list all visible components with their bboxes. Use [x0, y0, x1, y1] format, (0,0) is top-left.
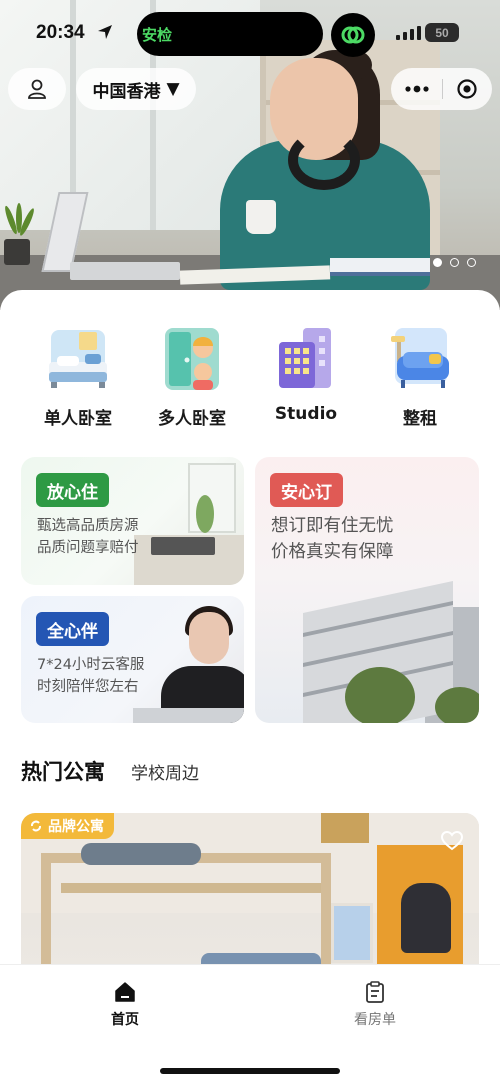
user-icon	[28, 79, 46, 99]
status-bar: 20:34 安检 50	[0, 0, 500, 60]
tab-near-school[interactable]: 学校周边	[131, 759, 199, 786]
feature-description: 想订即有住无忧 价格真实有保障	[271, 513, 394, 565]
carousel-dot[interactable]	[467, 258, 476, 267]
feature-tag: 放心住	[36, 473, 109, 507]
viewing-list-icon	[366, 981, 384, 1003]
caret-down-icon: ▼	[166, 79, 180, 99]
agent-illustration-desk	[133, 708, 244, 723]
category-studio[interactable]: Studio	[249, 326, 363, 429]
close-target-icon[interactable]	[456, 78, 478, 100]
tree-illustration	[435, 687, 479, 723]
listing-photo-shelf	[321, 813, 369, 843]
feature-line: 时刻陪伴您左右	[37, 679, 139, 695]
room-table-illustration	[151, 537, 215, 555]
feature-card-peace-live[interactable]: 放心住 甄选高品质房源 品质问题享赔付	[21, 457, 244, 585]
listing-tabs: 热门公寓 学校周边	[21, 756, 199, 788]
tab-home[interactable]: 首页	[85, 981, 165, 1029]
category-label: Studio	[274, 404, 338, 424]
category-label: 多人卧室	[158, 409, 226, 429]
island-app-label: 安检	[142, 26, 173, 44]
feature-line: 7*24小时云客服	[37, 657, 145, 673]
listing-card[interactable]: 品牌公寓	[21, 813, 479, 973]
refresh-icon	[31, 820, 41, 832]
feature-line: 甄选高品质房源	[37, 518, 139, 534]
room-plant-illustration	[196, 495, 214, 533]
feature-line: 品质问题享赔付	[37, 540, 139, 556]
tab-label: 首页	[111, 1012, 139, 1028]
feature-tag: 全心伴	[36, 612, 109, 646]
feature-line: 想订即有住无忧	[271, 516, 394, 536]
listing-photo-window	[331, 903, 373, 963]
battery-icon: 50	[425, 23, 459, 42]
profile-button[interactable]	[8, 68, 66, 110]
agent-illustration-head	[189, 612, 229, 664]
signal-icon	[396, 26, 421, 40]
feature-description: 7*24小时云客服 时刻陪伴您左右	[37, 654, 144, 698]
favorite-heart-icon[interactable]	[441, 831, 463, 851]
feature-tag: 安心订	[270, 473, 343, 507]
hero-plant	[0, 203, 40, 265]
feature-line: 价格真实有保障	[271, 542, 394, 562]
capsule-divider	[442, 79, 443, 99]
single-room-icon	[45, 326, 111, 392]
category-whole-rent[interactable]: 整租	[363, 326, 477, 429]
tree-illustration	[345, 667, 415, 723]
tab-viewing-list[interactable]: 看房单	[335, 981, 415, 1029]
hero-headphones	[288, 130, 360, 190]
carousel-dot[interactable]	[450, 258, 459, 267]
brand-apartment-badge: 品牌公寓	[21, 813, 114, 839]
more-dots-icon[interactable]	[405, 85, 429, 93]
feature-card-safe-book[interactable]: 安心订 想订即有住无忧 价格真实有保障	[255, 457, 479, 723]
feature-description: 甄选高品质房源 品质问题享赔付	[37, 515, 139, 559]
status-time: 20:34	[36, 22, 85, 43]
hero-laptop-base	[70, 262, 180, 280]
whole-rent-sofa-icon	[387, 326, 453, 392]
city-label: 中国香港	[92, 81, 161, 102]
category-shared-room[interactable]: 多人卧室	[135, 326, 249, 429]
home-icon	[115, 982, 135, 1002]
listing-photo-blanket	[81, 843, 201, 865]
category-single-room[interactable]: 单人卧室	[21, 326, 135, 429]
shared-room-icon	[159, 326, 225, 392]
tab-label: 看房单	[354, 1012, 396, 1028]
studio-building-icon	[273, 326, 339, 392]
carousel-dot[interactable]	[433, 258, 442, 267]
hero-mug	[246, 200, 276, 234]
hero-book	[330, 258, 430, 276]
city-selector[interactable]: 中国香港 ▼	[76, 68, 196, 110]
brand-badge-label: 品牌公寓	[48, 819, 104, 835]
category-label: 整租	[403, 409, 437, 429]
location-arrow-icon	[98, 25, 112, 39]
miniprogram-capsule[interactable]	[391, 68, 492, 110]
feature-card-full-care[interactable]: 全心伴 7*24小时云客服 时刻陪伴您左右	[21, 596, 244, 723]
home-indicator[interactable]	[160, 1068, 340, 1074]
bottom-tab-bar: 首页 看房单	[0, 964, 500, 1084]
tab-hot-apartments[interactable]: 热门公寓	[21, 756, 105, 788]
category-row: 单人卧室 多人卧室 Studio 整租	[0, 326, 500, 429]
carousel-dots[interactable]	[433, 258, 476, 267]
listing-photo-artwork-figure	[401, 883, 451, 953]
island-app-icon	[331, 13, 375, 57]
listing-photo-bed-rail	[61, 883, 321, 893]
category-label: 单人卧室	[44, 409, 112, 429]
